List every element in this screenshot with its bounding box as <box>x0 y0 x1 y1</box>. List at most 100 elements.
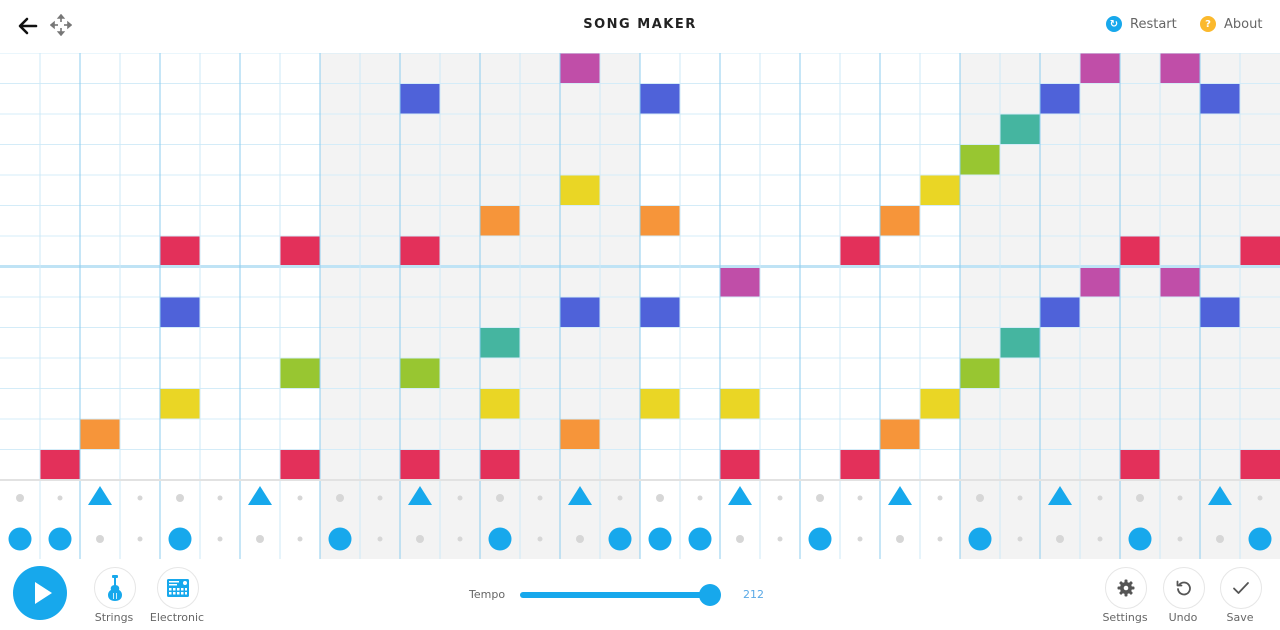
percussion-empty-dot[interactable] <box>137 536 143 542</box>
note-cell[interactable] <box>880 419 920 450</box>
percussion-empty-dot[interactable] <box>857 536 863 542</box>
percussion-empty-dot[interactable] <box>537 536 543 542</box>
note-cell[interactable] <box>280 449 320 481</box>
percussion-empty-dot[interactable] <box>1216 535 1224 543</box>
note-cell[interactable] <box>1200 297 1240 328</box>
note-cell[interactable] <box>920 388 960 420</box>
percussion-circle[interactable] <box>8 527 32 551</box>
percussion-empty-dot[interactable] <box>537 495 543 501</box>
percussion-empty-dot[interactable] <box>217 536 223 542</box>
note-cell[interactable] <box>480 327 520 359</box>
percussion-empty-dot[interactable] <box>576 535 584 543</box>
percussion-triangle[interactable] <box>728 486 752 505</box>
note-cell[interactable] <box>1080 266 1120 298</box>
note-cell[interactable] <box>40 449 80 481</box>
percussion-empty-dot[interactable] <box>57 495 63 501</box>
note-cell[interactable] <box>1120 449 1160 481</box>
percussion-empty-dot[interactable] <box>697 495 703 501</box>
note-cell[interactable] <box>1040 297 1080 328</box>
percussion-empty-dot[interactable] <box>1097 536 1103 542</box>
percussion-empty-dot[interactable] <box>256 535 264 543</box>
percussion-grid[interactable] <box>0 481 1280 559</box>
note-cell[interactable] <box>1160 53 1200 84</box>
note-cell[interactable] <box>720 266 760 298</box>
note-cell[interactable] <box>1000 327 1040 359</box>
note-cell[interactable] <box>840 449 880 481</box>
percussion-empty-dot[interactable] <box>617 495 623 501</box>
note-cell[interactable] <box>1240 449 1280 481</box>
percussion-circle[interactable] <box>1248 527 1272 551</box>
percussion-empty-dot[interactable] <box>416 535 424 543</box>
percussion-empty-dot[interactable] <box>336 494 344 502</box>
percussion-empty-dot[interactable] <box>297 495 303 501</box>
percussion-triangle[interactable] <box>888 486 912 505</box>
note-cell[interactable] <box>400 236 440 267</box>
percussion-triangle[interactable] <box>88 486 112 505</box>
percussion-circle[interactable] <box>168 527 192 551</box>
percussion-empty-dot[interactable] <box>176 494 184 502</box>
note-cell[interactable] <box>280 358 320 389</box>
about-button[interactable]: ? About <box>1200 16 1262 32</box>
note-cell[interactable] <box>960 358 1000 389</box>
percussion-empty-dot[interactable] <box>816 494 824 502</box>
note-cell[interactable] <box>1040 83 1080 115</box>
percussion-empty-dot[interactable] <box>937 536 943 542</box>
percussion-button[interactable] <box>157 567 199 609</box>
percussion-empty-dot[interactable] <box>16 494 24 502</box>
note-cell[interactable] <box>640 83 680 115</box>
note-cell[interactable] <box>400 358 440 389</box>
percussion-circle[interactable] <box>328 527 352 551</box>
percussion-empty-dot[interactable] <box>1177 536 1183 542</box>
note-cell[interactable] <box>560 175 600 206</box>
note-cell[interactable] <box>80 419 120 450</box>
percussion-circle[interactable] <box>688 527 712 551</box>
save-button[interactable] <box>1220 567 1262 609</box>
note-cell[interactable] <box>560 419 600 450</box>
percussion-empty-dot[interactable] <box>297 536 303 542</box>
note-cell[interactable] <box>720 388 760 420</box>
percussion-empty-dot[interactable] <box>496 494 504 502</box>
percussion-circle[interactable] <box>48 527 72 551</box>
percussion-circle[interactable] <box>808 527 832 551</box>
percussion-empty-dot[interactable] <box>1257 495 1263 501</box>
percussion-empty-dot[interactable] <box>937 495 943 501</box>
undo-button[interactable] <box>1163 567 1205 609</box>
note-cell[interactable] <box>640 388 680 420</box>
percussion-empty-dot[interactable] <box>736 535 744 543</box>
percussion-empty-dot[interactable] <box>217 495 223 501</box>
note-cell[interactable] <box>160 236 200 267</box>
percussion-empty-dot[interactable] <box>457 536 463 542</box>
percussion-triangle[interactable] <box>248 486 272 505</box>
note-cell[interactable] <box>720 449 760 481</box>
note-cell[interactable] <box>480 388 520 420</box>
percussion-empty-dot[interactable] <box>656 494 664 502</box>
note-cell[interactable] <box>560 53 600 84</box>
percussion-empty-dot[interactable] <box>976 494 984 502</box>
percussion-empty-dot[interactable] <box>896 535 904 543</box>
percussion-empty-dot[interactable] <box>457 495 463 501</box>
note-cell[interactable] <box>840 236 880 267</box>
note-cell[interactable] <box>160 297 200 328</box>
restart-button[interactable]: ↻ Restart <box>1106 16 1177 32</box>
percussion-empty-dot[interactable] <box>857 495 863 501</box>
percussion-circle[interactable] <box>968 527 992 551</box>
note-cell[interactable] <box>640 205 680 237</box>
percussion-circle[interactable] <box>488 527 512 551</box>
tempo-slider[interactable] <box>520 584 721 606</box>
note-cell[interactable] <box>480 449 520 481</box>
percussion-circle[interactable] <box>648 527 672 551</box>
note-cell[interactable] <box>400 449 440 481</box>
note-cell[interactable] <box>400 83 440 115</box>
percussion-circle[interactable] <box>608 527 632 551</box>
note-cell[interactable] <box>880 205 920 237</box>
note-cell[interactable] <box>920 175 960 206</box>
note-cell[interactable] <box>1160 266 1200 298</box>
melody-grid[interactable] <box>0 53 1280 480</box>
note-cell[interactable] <box>280 236 320 267</box>
settings-button[interactable] <box>1105 567 1147 609</box>
percussion-empty-dot[interactable] <box>777 495 783 501</box>
percussion-empty-dot[interactable] <box>1097 495 1103 501</box>
percussion-empty-dot[interactable] <box>377 495 383 501</box>
note-cell[interactable] <box>560 297 600 328</box>
note-cell[interactable] <box>1000 114 1040 145</box>
